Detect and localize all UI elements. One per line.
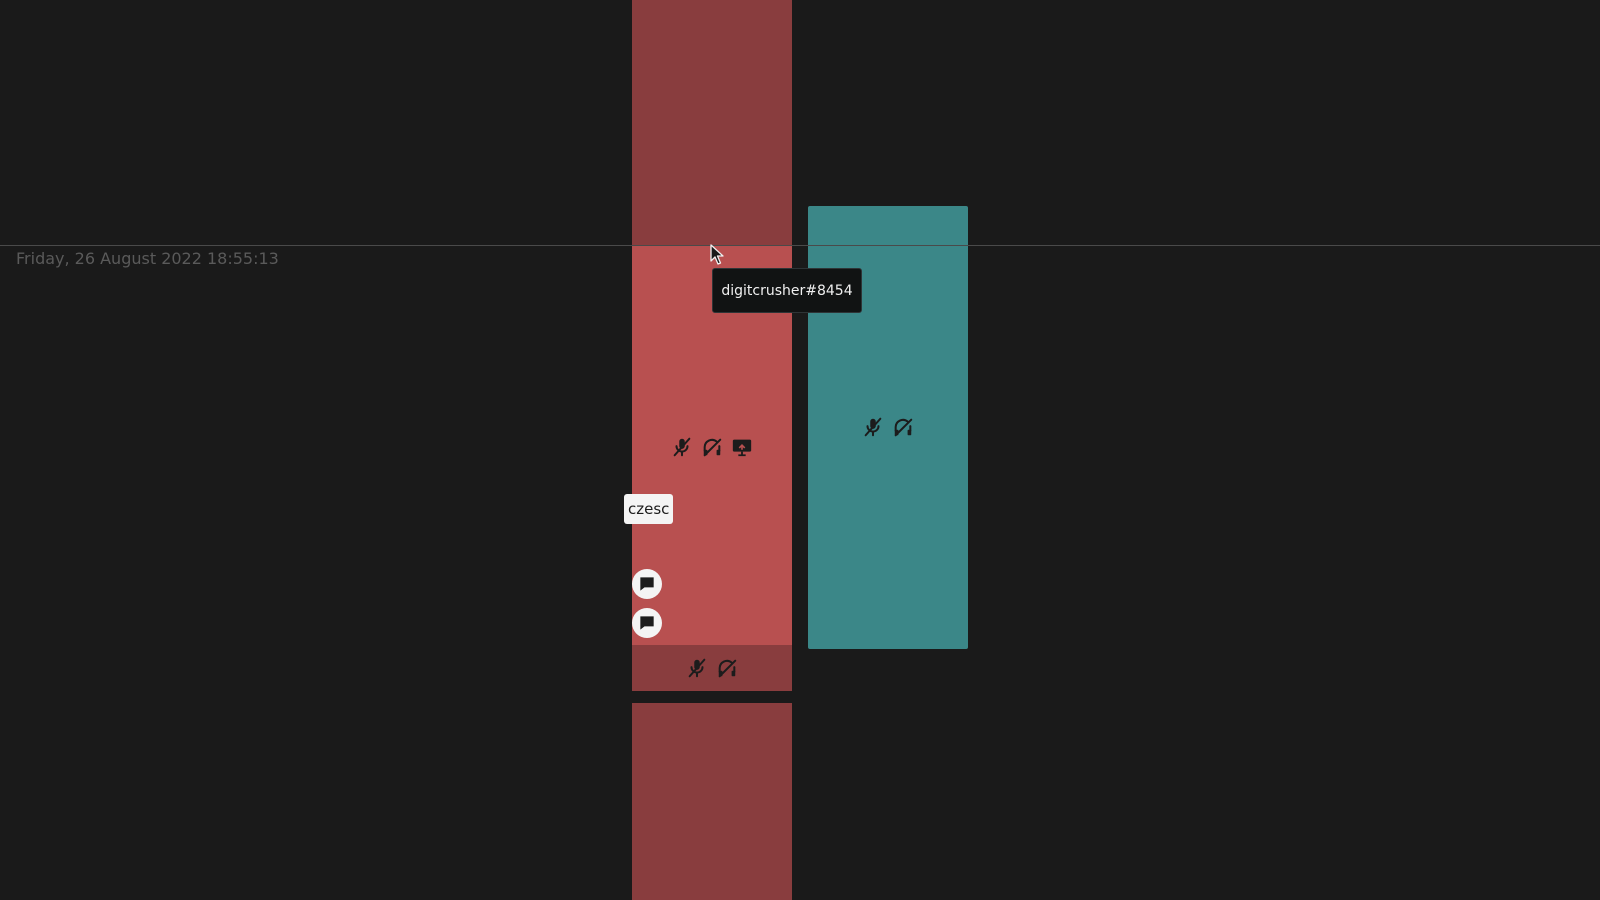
participant-status-icons [671,436,753,458]
participant-tile-top[interactable] [632,0,792,246]
timeline-divider [0,245,1600,246]
chat-message-text: czesc [628,500,670,518]
mic-off-icon [862,416,884,438]
participant-tile-bottom[interactable] [632,703,792,900]
chat-bubble-button[interactable] [632,569,662,599]
tooltip-text: digitcrusher#8454 [721,282,853,299]
username-tooltip: digitcrusher#8454 [712,268,862,313]
chat-bubble-button[interactable] [632,608,662,638]
footer-status-icons [686,657,738,679]
mic-off-icon [671,436,693,458]
voice-grid: Friday, 26 August 2022 18:55:13 digitcru… [0,0,1600,900]
headphones-off-icon [716,657,738,679]
headphones-off-icon [892,416,914,438]
chat-bubble-icon [637,574,657,594]
mouse-cursor-icon [710,244,724,265]
headphones-off-icon [701,436,723,458]
mic-off-icon [686,657,708,679]
chat-message-chip[interactable]: czesc [624,494,674,524]
chat-bubble-icon [637,613,657,633]
participant-status-icons [862,416,914,438]
participant-tile-footer[interactable] [632,645,792,691]
timestamp-label: Friday, 26 August 2022 18:55:13 [16,249,279,268]
screen-share-icon [731,436,753,458]
